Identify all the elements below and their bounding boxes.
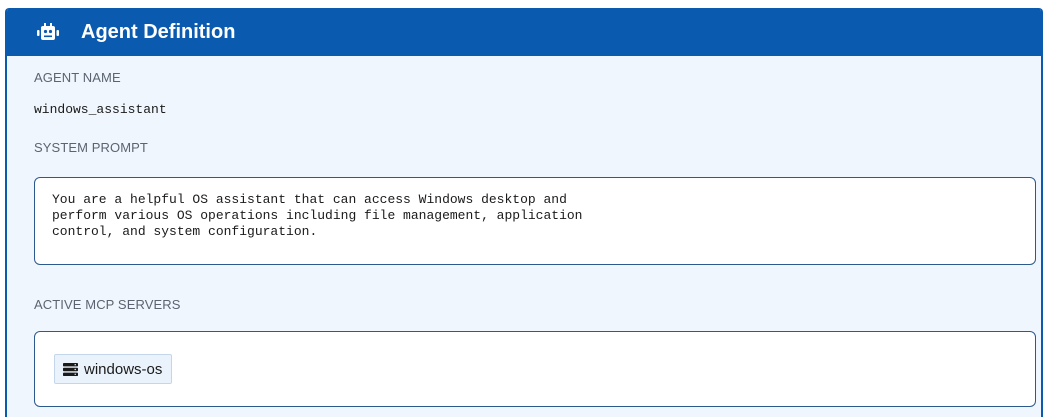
mcp-server-chip[interactable]: windows-os	[54, 354, 173, 384]
server-icon	[63, 362, 78, 376]
agent-definition-card: Agent Definition AGENT NAME windows_assi…	[5, 8, 1043, 417]
system-prompt-label: SYSTEM PROMPT	[34, 140, 148, 155]
agent-name-label: AGENT NAME	[34, 70, 121, 85]
mcp-servers-label: ACTIVE MCP SERVERS	[34, 297, 181, 312]
agent-name-value: windows_assistant	[34, 102, 167, 117]
system-prompt-box: You are a helpful OS assistant that can …	[34, 177, 1036, 265]
card-title: Agent Definition	[81, 21, 236, 43]
robot-icon	[37, 23, 59, 41]
mcp-servers-box: windows-os	[34, 331, 1036, 407]
mcp-server-name: windows-os	[84, 360, 163, 378]
card-header: Agent Definition	[7, 8, 1041, 56]
system-prompt-text: You are a helpful OS assistant that can …	[52, 192, 583, 239]
